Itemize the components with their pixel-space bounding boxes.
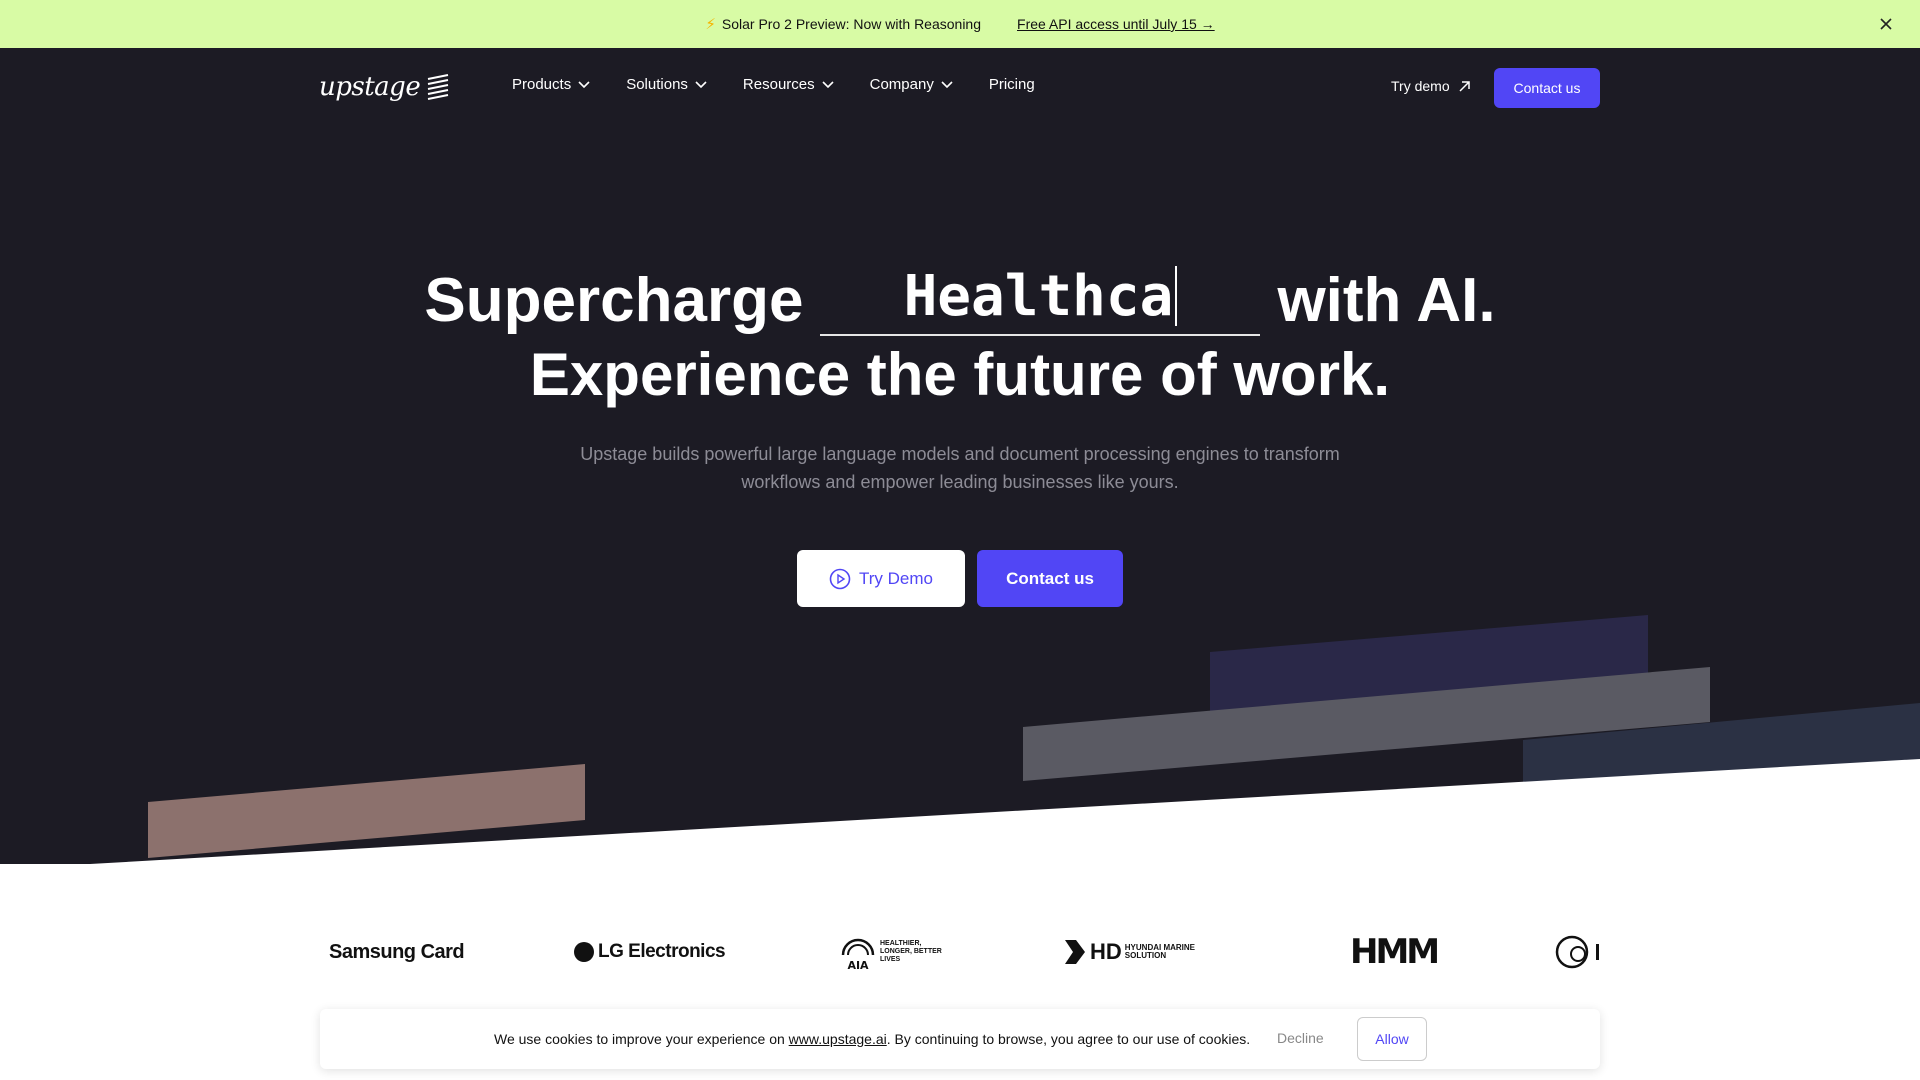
nav-contact-button[interactable]: Contact us bbox=[1494, 68, 1600, 108]
menu-company-label: Company bbox=[869, 76, 934, 93]
hd-chevron-icon bbox=[1065, 940, 1085, 964]
hd-logo-text: HD bbox=[1090, 939, 1122, 964]
nav-try-demo-link[interactable]: Try demo bbox=[1391, 78, 1470, 94]
play-circle-icon bbox=[829, 568, 851, 589]
lg-electronics-logo: LG Electronics bbox=[574, 924, 726, 980]
lg-logo-text: LG Electronics bbox=[598, 941, 726, 962]
logo-mark-icon bbox=[428, 74, 449, 100]
lg-symbol-icon bbox=[574, 942, 594, 962]
cookie-text-after: . By continuing to browse, you agree to … bbox=[886, 1031, 1251, 1047]
hd-logo-subtext: HYUNDAI MARINE SOLUTION bbox=[1124, 943, 1196, 960]
typed-word: Healthca bbox=[903, 263, 1174, 329]
hd-hyundai-logo: HD HYUNDAI MARINE SOLUTION bbox=[1064, 924, 1215, 980]
menu-resources[interactable]: Resources bbox=[743, 76, 834, 93]
cookie-text: We use cookies to improve your experienc… bbox=[494, 1031, 1250, 1047]
announcement-message: Solar Pro 2 Preview: Now with Reasoning bbox=[721, 16, 982, 32]
cookie-allow-button[interactable]: Allow bbox=[1357, 1017, 1427, 1061]
chevron-down-icon bbox=[578, 80, 590, 88]
cookie-banner: We use cookies to improve your experienc… bbox=[320, 1009, 1600, 1069]
announcement-link[interactable]: Free API access until July 15 → bbox=[1017, 16, 1215, 32]
try-demo-button[interactable]: Try Demo bbox=[797, 550, 965, 607]
aia-emblem-icon: AIA bbox=[841, 938, 875, 971]
lightning-icon: ⚡ bbox=[705, 16, 716, 33]
partial-logo-icon bbox=[1555, 935, 1599, 969]
cookie-site-link[interactable]: www.upstage.ai bbox=[789, 1031, 887, 1047]
svg-text:AIA: AIA bbox=[847, 959, 869, 971]
aia-logo: AIA HEALTHIER, LONGER, BETTER LIVES bbox=[840, 924, 946, 980]
hmm-logo: HMM bbox=[1350, 932, 1440, 972]
cookie-text-before: We use cookies to improve your experienc… bbox=[494, 1031, 789, 1047]
text-caret bbox=[1175, 266, 1178, 326]
announcement-bar: ⚡ Solar Pro 2 Preview: Now with Reasonin… bbox=[0, 0, 1920, 48]
partial-logo bbox=[1554, 924, 1600, 980]
logo-wordmark: upstage bbox=[319, 72, 421, 102]
chevron-down-icon bbox=[822, 80, 834, 88]
menu-products[interactable]: Products bbox=[512, 76, 590, 93]
upstage-logo[interactable]: upstage bbox=[319, 72, 450, 102]
chevron-down-icon bbox=[695, 80, 707, 88]
hero-subtitle: Upstage builds powerful large language m… bbox=[580, 444, 1340, 492]
aia-tagline: HEALTHIER, LONGER, BETTER LIVES bbox=[880, 940, 942, 963]
close-icon[interactable] bbox=[1874, 12, 1898, 36]
menu-solutions[interactable]: Solutions bbox=[626, 76, 707, 93]
top-navigation: upstage Products Solutions Resources Com… bbox=[0, 48, 1920, 128]
nav-try-demo-label: Try demo bbox=[1391, 78, 1450, 94]
arrow-up-right-icon bbox=[1459, 80, 1470, 92]
headline-line-1: Supercharge Healthca with AI. bbox=[0, 258, 1920, 336]
chevron-down-icon bbox=[941, 80, 953, 88]
hero-section: upstage Products Solutions Resources Com… bbox=[0, 48, 1920, 864]
menu-resources-label: Resources bbox=[742, 76, 815, 93]
hero-contact-button[interactable]: Contact us bbox=[977, 550, 1123, 607]
menu-company[interactable]: Company bbox=[870, 76, 953, 93]
try-demo-label: Try Demo bbox=[859, 568, 933, 588]
menu-pricing[interactable]: Pricing bbox=[989, 76, 1035, 93]
cookie-decline-button[interactable]: Decline bbox=[1277, 1030, 1324, 1046]
menu-products-label: Products bbox=[512, 76, 572, 93]
menu-solutions-label: Solutions bbox=[626, 76, 688, 93]
headline-line-2: Experience the future of work. bbox=[529, 341, 1391, 408]
typed-word-box: Healthca bbox=[820, 258, 1261, 336]
headline-suffix: with AI. bbox=[1277, 266, 1496, 335]
customer-logos: Samsung Card LG Electronics AIA HEALTHIE… bbox=[320, 924, 1600, 980]
headline-prefix: Supercharge bbox=[424, 266, 804, 335]
menu-pricing-label: Pricing bbox=[988, 76, 1035, 93]
samsung-card-logo: Samsung Card bbox=[329, 940, 465, 963]
main-menu: Products Solutions Resources Company Pri… bbox=[512, 76, 1071, 93]
